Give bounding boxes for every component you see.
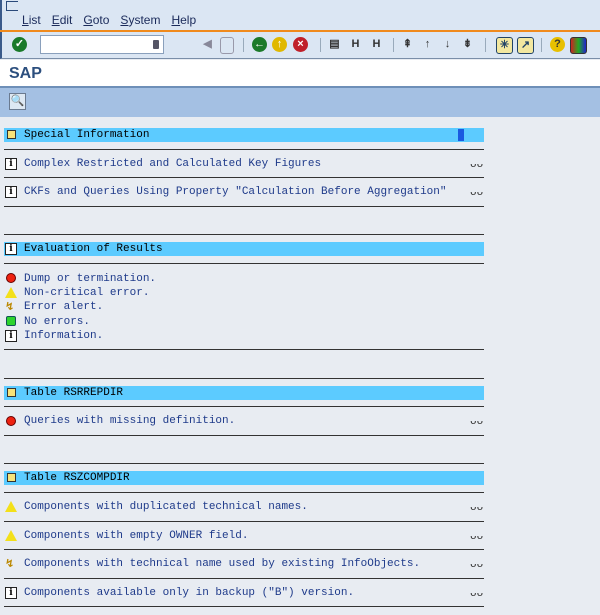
info-icon: i (5, 186, 17, 199)
exit-icon[interactable]: ↑ (272, 37, 287, 52)
shortcut-icon[interactable]: ↗ (517, 37, 534, 54)
separator (393, 38, 394, 52)
section-title: Table RSRREPDIR (24, 386, 124, 399)
info-icon: i (5, 157, 17, 170)
list-item[interactable]: i Complex Restricted and Calculated Key F… (4, 150, 484, 179)
item-label[interactable]: Components available only in backup ("B"… (24, 586, 354, 600)
back-icon[interactable]: ← (252, 37, 267, 52)
green-light-icon (6, 315, 16, 326)
legend-label: Information. (24, 329, 104, 342)
spacer (4, 207, 484, 236)
info-icon: i (5, 329, 17, 342)
warning-triangle-icon (5, 500, 17, 512)
red-light-icon (6, 272, 16, 283)
item-label[interactable]: Components with duplicated technical nam… (24, 500, 308, 514)
legend-item: Dump or termination. (4, 272, 304, 286)
item-label[interactable]: CKFs and Queries Using Property "Calcula… (24, 185, 446, 199)
menu-bar: List Edit Goto System Help (0, 0, 600, 31)
spacer (4, 436, 484, 465)
item-label[interactable]: Complex Restricted and Calculated Key Fi… (24, 157, 321, 171)
separator (243, 38, 244, 52)
section-header: Table RSZCOMPDIR (4, 464, 484, 493)
system-menu-icon[interactable] (6, 1, 18, 11)
list-item[interactable]: i CKFs and Queries Using Property "Calcul… (4, 178, 484, 207)
section-title: Evaluation of Results (24, 243, 163, 256)
list-item[interactable]: i Components available only in backup ("B… (4, 579, 484, 608)
item-label[interactable]: Components with technical name used by e… (24, 557, 420, 571)
list-item[interactable]: Queries with missing definition. ᴗᴗ (4, 407, 484, 436)
page-title: SAP (9, 65, 42, 82)
section-title: Table RSZCOMPDIR (24, 472, 130, 485)
result-list: Special Information i Complex Restricted … (4, 121, 484, 608)
warning-triangle-icon (5, 529, 17, 541)
enter-icon[interactable]: ✓ (12, 37, 27, 52)
history-icon[interactable] (153, 40, 159, 49)
first-page-icon[interactable]: ⇞ (400, 37, 415, 52)
legend-item: Non-critical error. (4, 286, 304, 300)
separator (485, 38, 486, 52)
display-glasses-icon[interactable]: ᴗᴗ (470, 502, 486, 514)
list-item[interactable]: Components with empty OWNER field. ᴗᴗ (4, 522, 484, 551)
hierarchy-icon (7, 473, 16, 483)
section-title: Special Information (24, 129, 150, 141)
legend-item: i Information. (4, 329, 304, 343)
title-bar: SAP (0, 60, 600, 88)
info-icon: i (5, 586, 17, 599)
list-item[interactable]: Components with duplicated technical nam… (4, 493, 484, 522)
save-icon[interactable] (220, 37, 234, 54)
legend-label: No errors. (24, 315, 91, 328)
error-alert-icon: ↯ (5, 557, 15, 571)
last-page-icon[interactable]: ⇟ (460, 37, 475, 52)
warning-triangle-icon (5, 286, 17, 298)
hierarchy-icon (7, 130, 16, 139)
error-alert-icon: ↯ (5, 299, 15, 313)
hierarchy-icon (7, 387, 16, 397)
red-light-icon (6, 416, 16, 427)
previous-page-icon[interactable]: ↑ (420, 37, 435, 52)
section-header: i Evaluation of Results (4, 235, 484, 264)
find-icon[interactable]: H (348, 37, 363, 52)
menu-list[interactable]: List (22, 13, 41, 27)
print-icon[interactable]: ▤ (327, 37, 342, 52)
create-session-icon[interactable]: ✳ (496, 37, 513, 54)
legend: Dump or termination. Non-critical error.… (4, 264, 484, 350)
standard-toolbar: ✓ ◀ ← ↑ × ▤ H H ⇞ ↑ ↓ ⇟ ✳ ↗ ? (0, 32, 600, 59)
display-glasses-icon[interactable]: ᴗᴗ (470, 531, 486, 543)
section-header: Special Information (4, 121, 484, 150)
legend-label: Dump or termination. (24, 272, 157, 285)
display-glasses-icon[interactable]: ᴗᴗ (470, 416, 486, 428)
display-glasses-icon[interactable]: ᴗᴗ (470, 559, 486, 571)
back-arrow-icon[interactable]: ◀ (200, 37, 215, 52)
menu-edit[interactable]: Edit (52, 13, 73, 27)
command-field[interactable] (40, 35, 164, 54)
find-next-icon[interactable]: H (369, 37, 384, 52)
application-toolbar: 🔍 (0, 88, 600, 117)
info-icon: i (5, 243, 17, 256)
list-item[interactable]: ↯ Components with technical name used by … (4, 550, 484, 579)
legend-item: No errors. (4, 315, 304, 329)
menu-goto[interactable]: Goto (83, 13, 109, 27)
display-glasses-icon[interactable]: ᴗᴗ (470, 187, 486, 199)
separator (320, 38, 321, 52)
spacer (4, 350, 484, 379)
help-icon[interactable]: ? (550, 37, 565, 52)
legend-item: ↯ Error alert. (4, 300, 304, 314)
display-glasses-icon[interactable]: ᴗᴗ (470, 588, 486, 600)
detail-search-button[interactable]: 🔍 (9, 93, 26, 110)
section-header: Table RSRREPDIR (4, 379, 484, 408)
next-page-icon[interactable]: ↓ (440, 37, 455, 52)
item-label[interactable]: Queries with missing definition. (24, 414, 235, 428)
separator (541, 38, 542, 52)
menu-help[interactable]: Help (171, 13, 196, 27)
item-label[interactable]: Components with empty OWNER field. (24, 529, 248, 543)
cancel-icon[interactable]: × (293, 37, 308, 52)
layout-menu-icon[interactable] (570, 37, 587, 54)
cursor-marker (458, 129, 464, 141)
legend-label: Non-critical error. (24, 286, 150, 299)
display-glasses-icon[interactable]: ᴗᴗ (470, 159, 486, 171)
legend-label: Error alert. (24, 300, 104, 313)
menu-system[interactable]: System (120, 13, 160, 27)
